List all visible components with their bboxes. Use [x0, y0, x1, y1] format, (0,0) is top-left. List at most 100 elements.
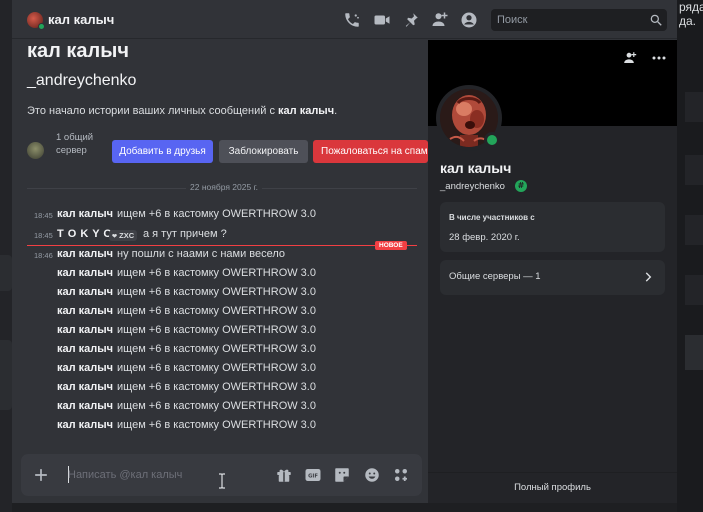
video-call-icon[interactable] — [373, 11, 391, 29]
profile-display-name: кал калыч — [440, 160, 512, 176]
intro-text-name: кал калыч — [278, 105, 335, 117]
message-author[interactable]: кал калыч — [57, 305, 113, 317]
message-text: ищем +6 в кастомку OWERTHROW 3.0 — [117, 419, 316, 431]
message-text: ищем +6 в кастомку OWERTHROW 3.0 — [117, 208, 316, 220]
message-composer: GIF — [21, 454, 422, 496]
search-box[interactable] — [491, 9, 667, 31]
full-profile-link[interactable]: Полный профиль — [428, 482, 677, 493]
search-icon — [649, 13, 663, 27]
dm-window: кал калыч кал калыч _andreychenko Это на… — [12, 0, 677, 503]
member-since-date: 28 февр. 2020 г. — [449, 232, 520, 243]
background-left-panel — [0, 0, 12, 512]
add-friends-to-dm-icon[interactable] — [431, 11, 449, 29]
background-row — [685, 155, 703, 185]
background-right-panel: ряда да. — [677, 0, 703, 512]
clan-tag[interactable]: ❤ ZXC — [109, 230, 138, 241]
intro-username: _andreychenko — [27, 72, 137, 89]
background-block — [0, 340, 12, 410]
message-text: ищем +6 в кастомку OWERTHROW 3.0 — [117, 267, 316, 279]
message-text: ищем +6 в кастомку OWERTHROW 3.0 — [117, 305, 316, 317]
header-title[interactable]: кал калыч — [48, 12, 114, 27]
profile-online-status-icon — [484, 132, 500, 148]
mutual-server-icon[interactable] — [27, 142, 44, 159]
message-author[interactable]: кал калыч — [57, 248, 113, 260]
message-row[interactable]: кал калыч ищем +6 в кастомку OWERTHROW 3… — [12, 380, 428, 398]
sticker-icon[interactable] — [333, 466, 351, 484]
message-row[interactable]: кал калыч ищем +6 в кастомку OWERTHROW 3… — [12, 323, 428, 341]
profile-footer: Полный профиль — [428, 472, 677, 503]
message-time: 18:45 — [34, 211, 53, 220]
member-since-card: В числе участников с 28 февр. 2020 г. — [440, 202, 665, 252]
date-divider: 22 ноября 2025 г. — [27, 182, 417, 194]
message-author[interactable]: кал калыч — [57, 419, 113, 431]
more-options-icon[interactable] — [647, 46, 671, 70]
message-author[interactable]: кал калыч — [57, 381, 113, 393]
intro-display-name: кал калыч — [27, 40, 129, 62]
message-row[interactable]: кал калыч ищем +6 в кастомку OWERTHROW 3… — [12, 361, 428, 379]
message-row[interactable]: кал калыч ищем +6 в кастомку OWERTHROW 3… — [12, 304, 428, 322]
new-messages-divider — [27, 245, 417, 246]
message-time: 18:46 — [34, 251, 53, 260]
message-text: ищем +6 в кастомку OWERTHROW 3.0 — [117, 381, 316, 393]
add-friend-button[interactable]: Добавить в друзья — [112, 140, 213, 163]
message-author[interactable]: кал калыч — [57, 267, 113, 279]
svg-text:GIF: GIF — [308, 473, 318, 479]
user-profile-icon[interactable] — [460, 11, 478, 29]
background-row — [685, 335, 703, 370]
message-author[interactable]: кал калыч — [57, 362, 113, 374]
message-author[interactable]: кал калыч — [57, 208, 113, 220]
message-input[interactable] — [68, 467, 258, 483]
add-friend-icon[interactable] — [618, 46, 642, 70]
online-status-icon — [38, 23, 45, 30]
message-row[interactable]: кал калыч ищем +6 в кастомку OWERTHROW 3… — [12, 266, 428, 284]
intro-description: Это начало истории ваших личных сообщени… — [27, 105, 337, 117]
mutual-servers-count[interactable]: 1 общий сервер — [56, 131, 104, 157]
mutual-servers-card[interactable]: Общие серверы — 1 — [440, 260, 665, 295]
apps-icon[interactable] — [392, 466, 410, 484]
report-spam-button[interactable]: Пожаловаться на спам — [313, 140, 428, 163]
message-row[interactable]: кал калыч ищем +6 в кастомку OWERTHROW 3… — [12, 342, 428, 360]
message-row[interactable]: кал калыч ищем +6 в кастомку OWERTHROW 3… — [12, 418, 428, 436]
message-row[interactable]: кал калыч ищем +6 в кастомку OWERTHROW 3… — [12, 285, 428, 303]
gift-icon[interactable] — [275, 466, 293, 484]
message-author[interactable]: кал калыч — [57, 343, 113, 355]
message-row[interactable]: 18:45 T O K Y O ❤ ZXC а я тут причем ? — [12, 227, 428, 245]
voice-call-icon[interactable] — [343, 11, 361, 29]
search-input[interactable] — [497, 12, 637, 28]
intro-text-suffix: . — [334, 105, 338, 117]
emoji-icon[interactable] — [363, 466, 381, 484]
profile-badge-icon[interactable]: # — [515, 180, 527, 192]
message-text: ищем +6 в кастомку OWERTHROW 3.0 — [117, 362, 316, 374]
profile-username[interactable]: _andreychenko — [440, 181, 505, 192]
message-row[interactable]: кал калыч ищем +6 в кастомку OWERTHROW 3… — [12, 399, 428, 417]
intro-text-prefix: Это начало истории ваших личных сообщени… — [27, 105, 279, 117]
message-author[interactable]: кал калыч — [57, 400, 113, 412]
background-block — [0, 255, 12, 291]
chat-header: кал калыч — [12, 0, 677, 39]
user-profile-panel: кал калыч _andreychenko # В числе участн… — [428, 40, 677, 503]
background-text: ряда да. — [679, 0, 703, 28]
message-text: а я тут причем ? — [143, 228, 227, 240]
block-button[interactable]: Заблокировать — [219, 140, 308, 163]
pinned-messages-icon[interactable] — [402, 11, 420, 29]
gif-icon[interactable]: GIF — [304, 466, 322, 484]
chat-area: кал калыч _andreychenko Это начало истор… — [12, 40, 428, 503]
message-row[interactable]: 18:46 кал калыч ну пошли с наами с нами … — [12, 247, 428, 265]
mutual-servers-label: Общие серверы — 1 — [449, 271, 541, 282]
date-divider-label: 22 ноября 2025 г. — [186, 182, 262, 192]
plus-icon[interactable] — [31, 465, 51, 485]
background-row — [685, 215, 703, 245]
ibeam-cursor-icon — [217, 473, 227, 489]
message-text: ну пошли с наами с нами весело — [117, 248, 286, 260]
chevron-right-icon — [641, 270, 655, 284]
background-row — [685, 92, 703, 122]
message-row[interactable]: 18:45 кал калыч ищем +6 в кастомку OWERT… — [12, 207, 428, 225]
message-author[interactable]: кал калыч — [57, 324, 113, 336]
message-author[interactable]: T O K Y O — [57, 228, 112, 240]
message-text: ищем +6 в кастомку OWERTHROW 3.0 — [117, 324, 316, 336]
background-row — [685, 275, 703, 305]
message-text: ищем +6 в кастомку OWERTHROW 3.0 — [117, 400, 316, 412]
message-text: ищем +6 в кастомку OWERTHROW 3.0 — [117, 286, 316, 298]
message-text: ищем +6 в кастомку OWERTHROW 3.0 — [117, 343, 316, 355]
message-author[interactable]: кал калыч — [57, 286, 113, 298]
